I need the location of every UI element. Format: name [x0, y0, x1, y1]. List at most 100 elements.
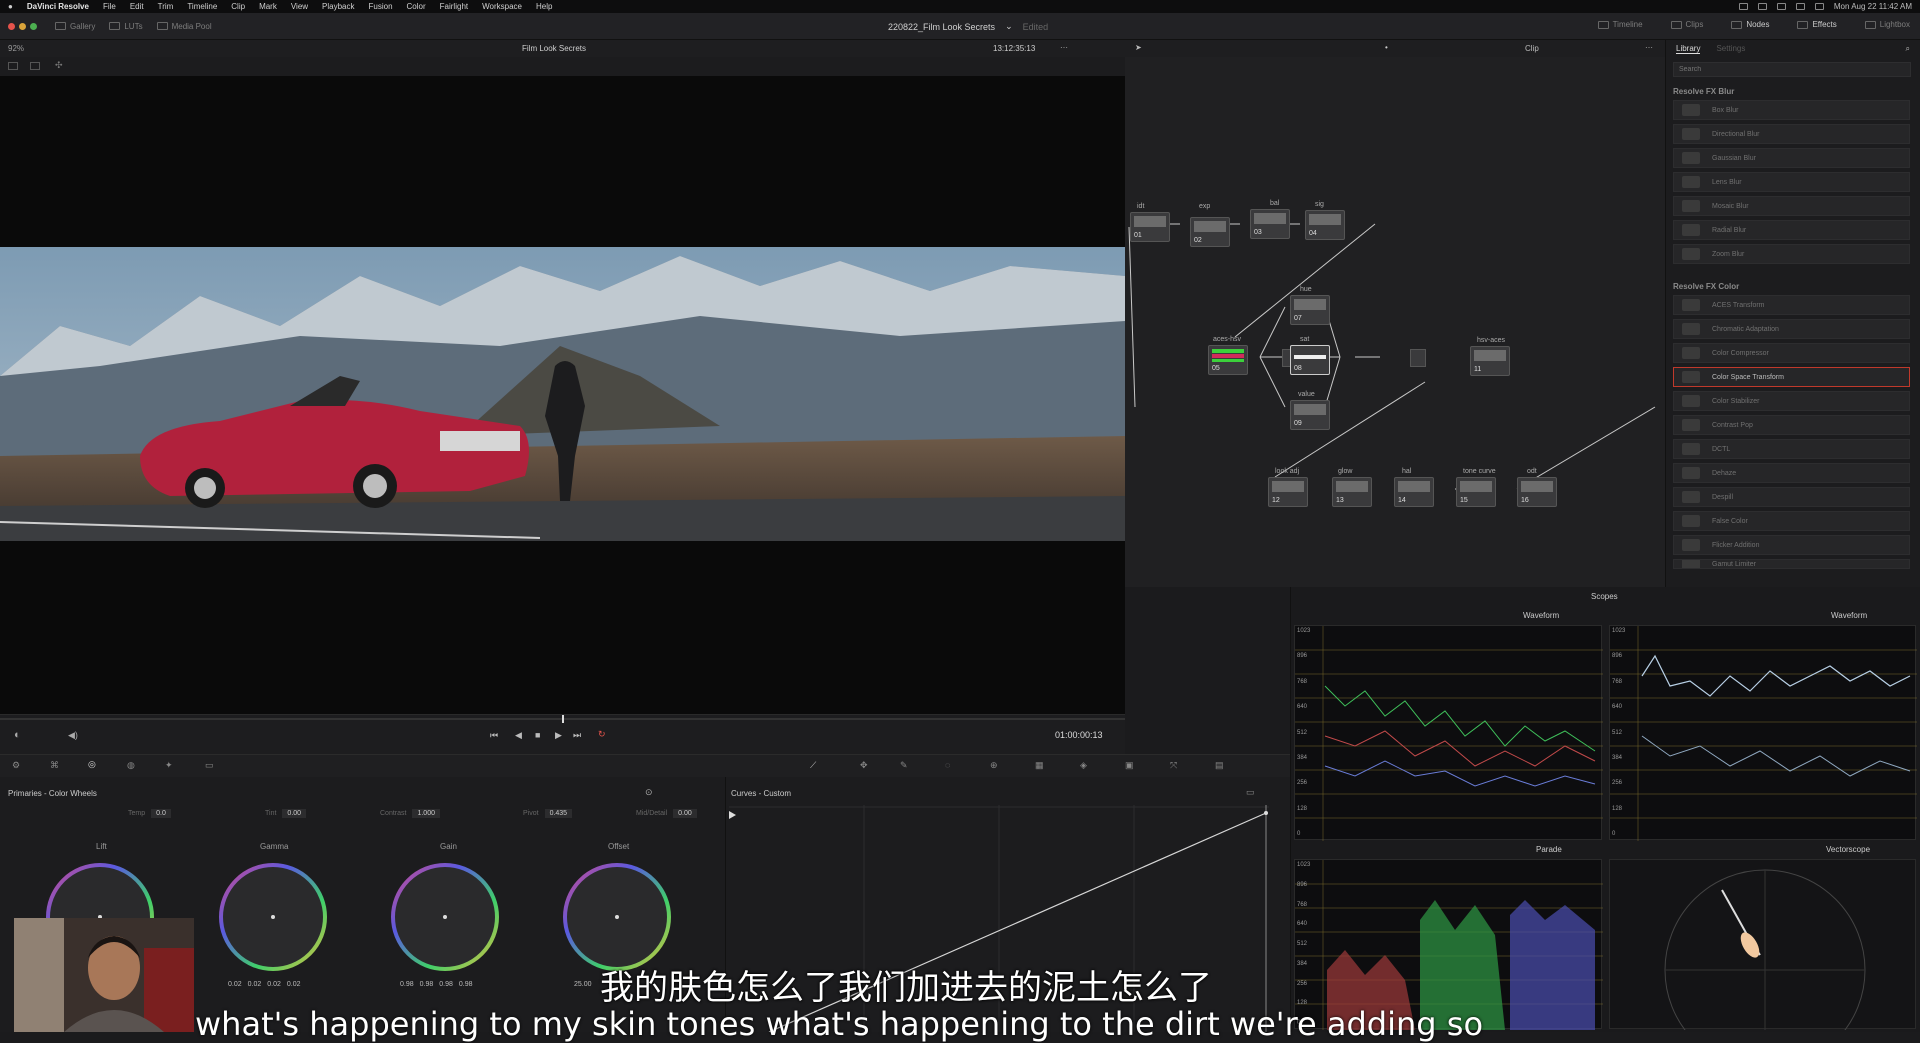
split-icon[interactable] — [30, 62, 40, 70]
layout-icon[interactable] — [8, 62, 18, 70]
skip-forward-icon[interactable]: ⏭ — [573, 730, 581, 741]
node-08[interactable]: 08 — [1290, 345, 1330, 375]
node-mode-select[interactable]: Clip — [1525, 44, 1539, 53]
sizing-icon[interactable]: ⤧ — [1170, 760, 1177, 771]
search-icon[interactable]: ⌕ — [1906, 44, 1910, 54]
battery-icon[interactable] — [1814, 3, 1824, 10]
menu-view[interactable]: View — [291, 2, 308, 11]
status-icon[interactable] — [1757, 3, 1767, 10]
hdr-icon[interactable]: ▭ — [205, 760, 214, 771]
volume-icon[interactable]: ◀) — [68, 730, 78, 741]
status-icon[interactable] — [1776, 3, 1786, 10]
node-options-icon[interactable]: ⋯ — [1645, 43, 1653, 52]
gallery-button[interactable]: Gallery — [55, 22, 95, 31]
clips-button[interactable]: Clips — [1670, 20, 1703, 29]
menu-color[interactable]: Color — [407, 2, 426, 11]
gamma-wheel[interactable] — [219, 863, 327, 971]
section-resolve-fx-color[interactable]: Resolve FX Color — [1673, 282, 1920, 291]
library-item[interactable]: Dehaze — [1673, 463, 1910, 483]
curves-icon[interactable]: ⟋ — [810, 760, 816, 771]
stop-icon[interactable]: ■ — [535, 730, 540, 740]
rgb-mixer-icon[interactable]: ◍ — [127, 760, 135, 771]
menu-fairlight[interactable]: Fairlight — [440, 2, 468, 11]
node-02[interactable]: 02 — [1190, 217, 1230, 247]
play-icon[interactable]: ▶ — [555, 730, 562, 741]
color-warper-icon[interactable]: ✥ — [860, 760, 868, 771]
library-item-selected[interactable]: Color Space Transform — [1673, 367, 1910, 387]
temp-control[interactable]: Temp 0.0 — [128, 809, 171, 818]
media-pool-button[interactable]: Media Pool — [156, 22, 212, 31]
menu-fusion[interactable]: Fusion — [369, 2, 393, 11]
camera-raw-icon[interactable]: ⚙ — [12, 760, 20, 771]
node-14[interactable]: 14 — [1394, 477, 1434, 507]
library-item[interactable]: Contrast Pop — [1673, 415, 1910, 435]
scrubber-playhead[interactable] — [562, 715, 564, 723]
window-icon[interactable]: ◌ — [945, 760, 950, 770]
viewer-title[interactable]: Film Look Secrets — [522, 44, 586, 53]
zoom-level[interactable]: 92% — [8, 44, 24, 53]
node-03[interactable]: 03 — [1250, 209, 1290, 239]
offset-wheel[interactable] — [563, 863, 671, 971]
library-item[interactable]: Box Blur — [1673, 100, 1910, 120]
library-item[interactable]: Chromatic Adaptation — [1673, 319, 1910, 339]
library-item[interactable]: Color Compressor — [1673, 343, 1910, 363]
timeline-button[interactable]: Timeline — [1597, 20, 1643, 29]
menu-playback[interactable]: Playback — [322, 2, 354, 11]
tint-control[interactable]: Tint 0.00 — [265, 809, 307, 818]
waveform-select-right[interactable]: Waveform — [1831, 611, 1867, 620]
highlight-icon[interactable]: ✣ — [55, 60, 63, 71]
library-item[interactable]: Flicker Addition — [1673, 535, 1910, 555]
gain-wheel[interactable] — [391, 863, 499, 971]
status-icon[interactable] — [1738, 3, 1748, 10]
waveform-select-left[interactable]: Waveform — [1523, 611, 1559, 620]
library-item[interactable]: Radial Blur — [1673, 220, 1910, 240]
node-11[interactable]: 11 — [1470, 346, 1510, 376]
node-05[interactable]: 05 — [1208, 345, 1248, 375]
luts-button[interactable]: LUTs — [109, 22, 143, 31]
node-01[interactable]: 01 — [1130, 212, 1170, 242]
close-window-icon[interactable] — [8, 22, 15, 30]
blur-icon[interactable]: ◈ — [1080, 760, 1087, 771]
apple-icon[interactable]: ● — [8, 2, 13, 11]
loop-icon[interactable]: ↻ — [598, 729, 606, 740]
node-04[interactable]: 04 — [1305, 210, 1345, 240]
tab-settings[interactable]: Settings — [1716, 44, 1745, 53]
chevron-down-icon[interactable]: ⌄ — [1005, 21, 1013, 32]
node-09[interactable]: 09 — [1290, 400, 1330, 430]
menu-trim[interactable]: Trim — [158, 2, 174, 11]
contrast-control[interactable]: Contrast 1.000 — [380, 809, 440, 818]
3d-icon[interactable]: ▤ — [1215, 760, 1224, 771]
lightbox-button[interactable]: Lightbox — [1864, 20, 1910, 29]
curves-options-icon[interactable]: ▭ — [1246, 787, 1255, 798]
menu-file[interactable]: File — [103, 2, 116, 11]
menu-workspace[interactable]: Workspace — [482, 2, 522, 11]
reset-icon[interactable]: ⊙ — [645, 787, 653, 798]
color-wheels-icon[interactable]: ◎ — [88, 759, 96, 770]
menu-edit[interactable]: Edit — [130, 2, 144, 11]
minimize-window-icon[interactable] — [19, 22, 26, 30]
menu-clip[interactable]: Clip — [231, 2, 245, 11]
library-item[interactable]: Lens Blur — [1673, 172, 1910, 192]
app-menu[interactable]: DaVinci Resolve — [27, 2, 89, 11]
magic-mask-icon[interactable]: ▦ — [1035, 760, 1044, 771]
mid-detail-control[interactable]: Mid/Detail 0.00 — [636, 809, 697, 818]
library-item[interactable]: Gamut Limiter — [1673, 559, 1910, 569]
play-reverse-icon[interactable]: ◀ — [515, 730, 522, 741]
library-item[interactable]: Gaussian Blur — [1673, 148, 1910, 168]
skip-back-icon[interactable]: ⏮ — [490, 730, 498, 741]
library-item[interactable]: Zoom Blur — [1673, 244, 1910, 264]
node-07[interactable]: 07 — [1290, 295, 1330, 325]
motion-effects-icon[interactable]: ✦ — [165, 760, 173, 771]
offset-value[interactable]: 25.00 — [574, 981, 592, 988]
section-resolve-fx-blur[interactable]: Resolve FX Blur — [1673, 87, 1920, 96]
tab-library[interactable]: Library — [1676, 44, 1701, 54]
color-match-icon[interactable]: ⌘ — [50, 760, 59, 771]
vectorscope-select[interactable]: Vectorscope — [1826, 845, 1870, 854]
wifi-icon[interactable] — [1795, 3, 1805, 10]
qualifier-icon[interactable]: ✎ — [900, 760, 908, 771]
library-item[interactable]: Directional Blur — [1673, 124, 1910, 144]
node-13[interactable]: 13 — [1332, 477, 1372, 507]
library-item[interactable]: Color Stabilizer — [1673, 391, 1910, 411]
library-item[interactable]: DCTL — [1673, 439, 1910, 459]
combiner-node[interactable] — [1410, 349, 1426, 367]
